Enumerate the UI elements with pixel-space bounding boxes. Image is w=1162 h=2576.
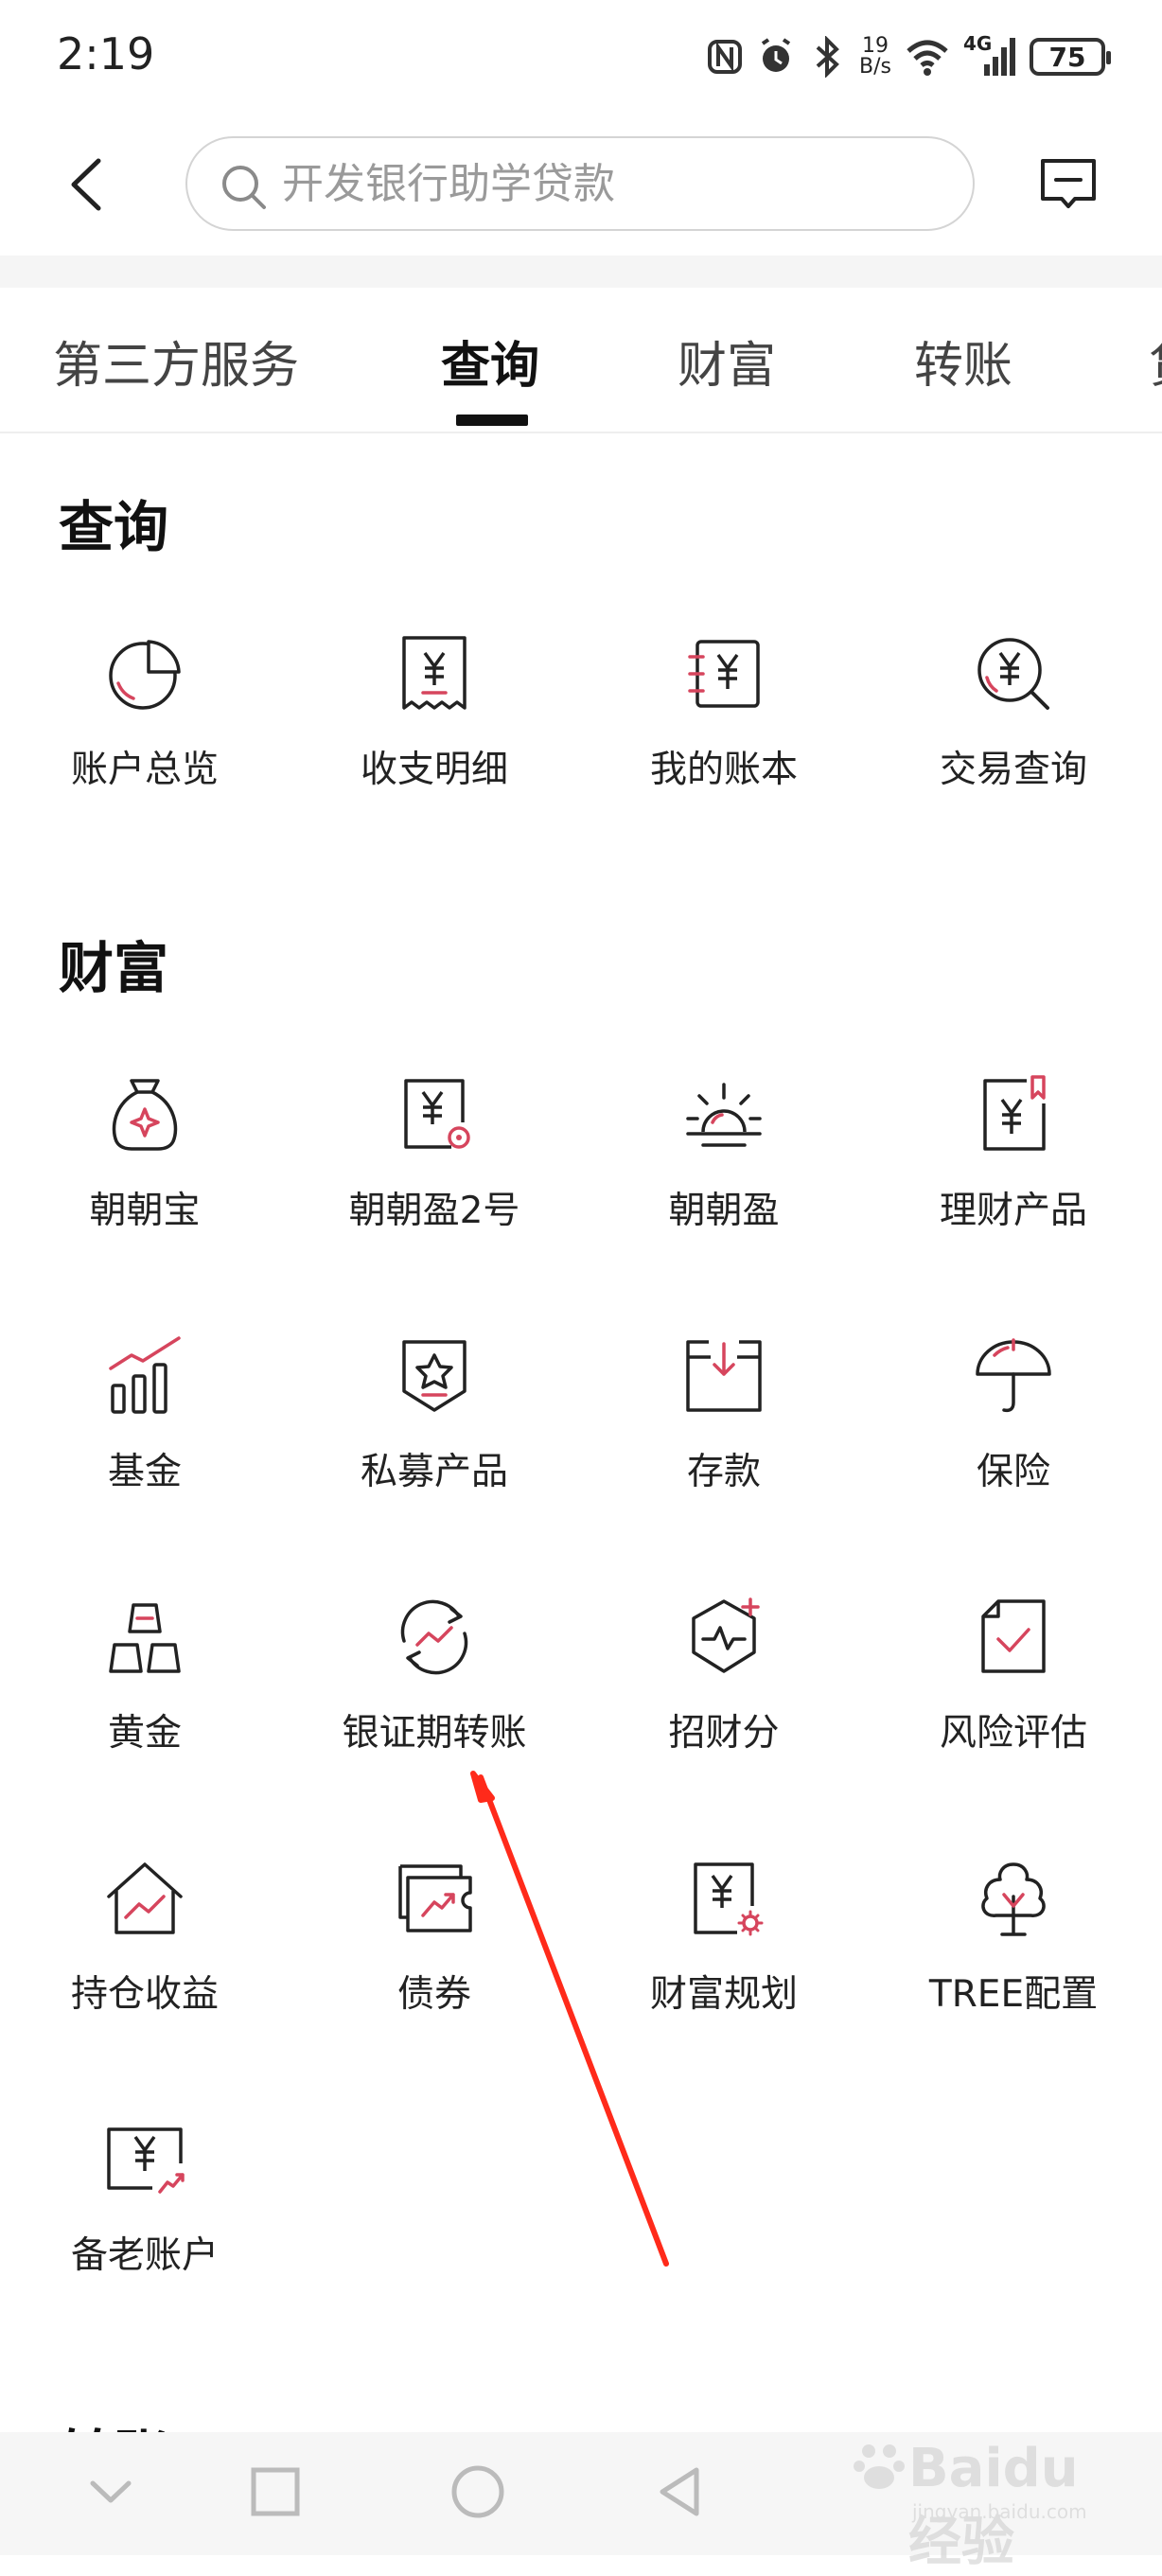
grid-item-risk-assessment[interactable]: 风险评估 xyxy=(869,1597,1158,1787)
section-title-query: 查询 xyxy=(59,495,169,559)
receipt-yuan-icon xyxy=(402,636,467,710)
signal-icon: 4G xyxy=(963,32,1016,78)
grid-item-label: 存款 xyxy=(686,1451,761,1493)
grid-item-label: 朝朝盈 xyxy=(668,1190,780,1232)
header xyxy=(0,117,1162,256)
grid-item-fund[interactable]: 基金 xyxy=(0,1336,290,1526)
yuan-bookmark-icon xyxy=(983,1075,1046,1151)
grid-item-label: TREE配置 xyxy=(928,1973,1099,2016)
grid-item-label: 账户总览 xyxy=(70,749,219,791)
message-icon[interactable] xyxy=(1037,155,1100,214)
grid-item-label: 风险评估 xyxy=(939,1712,1087,1755)
grid-item-label: 我的账本 xyxy=(649,749,798,791)
search-icon xyxy=(222,166,266,209)
yuan-search-icon xyxy=(977,638,1049,710)
nfc-icon xyxy=(708,40,743,74)
watermark-subtext: jingyan.baidu.com xyxy=(912,2500,1087,2523)
network-speed: 19 B/s xyxy=(859,34,891,79)
grid-item-holding-returns[interactable]: 持仓收益 xyxy=(0,1859,290,2048)
check-document-icon xyxy=(981,1599,1046,1673)
active-tab-indicator xyxy=(456,415,528,426)
recents-icon[interactable] xyxy=(244,2461,307,2523)
grid-item-label: 债券 xyxy=(396,1973,471,2016)
bar-trend-icon xyxy=(109,1336,181,1414)
sunrise-icon xyxy=(686,1083,762,1147)
yuan-trend-card-icon xyxy=(107,2127,185,2194)
exchange-circle-icon xyxy=(400,1599,468,1675)
grid-item-gold[interactable]: 黄金 xyxy=(0,1597,290,1787)
grid-item-bonds[interactable]: 债券 xyxy=(290,1859,579,2048)
grid-item-transaction-query[interactable]: 交易查询 xyxy=(869,634,1158,823)
grid-item-label: 收支明细 xyxy=(360,749,508,791)
house-trend-icon xyxy=(107,1862,183,1934)
grid-item-label: 财富规划 xyxy=(649,1973,798,2016)
header-divider-band xyxy=(0,256,1162,288)
grid-item-zhaozhaoying[interactable]: 朝朝盈 xyxy=(579,1075,869,1264)
grid-item-account-overview[interactable]: 账户总览 xyxy=(0,634,290,823)
back-icon[interactable] xyxy=(649,2461,712,2523)
grid-item-label: 保险 xyxy=(976,1451,1050,1493)
pie-chart-icon xyxy=(109,640,181,710)
money-bag-icon xyxy=(112,1079,178,1151)
category-tabs: 第三方服务 查询 财富 转账 贷 xyxy=(0,288,1162,433)
battery-icon: 75 xyxy=(1030,38,1111,76)
grid-item-wealth-planning[interactable]: 财富规划 xyxy=(579,1859,869,2048)
status-time: 2:19 xyxy=(57,28,155,79)
ledger-yuan-icon xyxy=(688,640,760,708)
grid-item-bank-securities-transfer[interactable]: 银证期转账 xyxy=(290,1597,579,1787)
grid-item-label: 理财产品 xyxy=(939,1190,1087,1232)
home-icon[interactable] xyxy=(447,2461,509,2523)
grid-item-pension-account[interactable]: 备老账户 xyxy=(0,2120,290,2309)
tab-wealth[interactable]: 财富 xyxy=(678,326,776,397)
grid-item-deposit[interactable]: 存款 xyxy=(579,1336,869,1526)
grid-item-label: 朝朝盈2号 xyxy=(348,1190,520,1232)
search-bar[interactable] xyxy=(185,136,975,231)
hexagon-pulse-icon xyxy=(692,1597,760,1673)
umbrella-icon xyxy=(976,1338,1051,1413)
grid-item-private-equity[interactable]: 私募产品 xyxy=(290,1336,579,1526)
grid-item-label: 银证期转账 xyxy=(342,1712,527,1755)
baidu-watermark: Baidu经验 jingyan.baidu.com xyxy=(852,2423,1107,2573)
grid-item-label: 招财分 xyxy=(668,1712,780,1755)
status-bar: 2:19 19 B/s 4G 75 xyxy=(0,0,1162,117)
star-shield-icon xyxy=(402,1340,467,1412)
tree-icon xyxy=(981,1862,1046,1936)
tab-transfer[interactable]: 转账 xyxy=(914,326,1012,397)
deposit-box-icon xyxy=(686,1340,762,1412)
section-title-wealth: 财富 xyxy=(59,936,169,1000)
grid-item-zhaozhaoying2[interactable]: 朝朝盈2号 xyxy=(290,1075,579,1264)
grid-item-label: 基金 xyxy=(107,1451,182,1493)
wifi-icon xyxy=(907,40,948,76)
grid-item-label: 朝朝宝 xyxy=(89,1190,201,1232)
grid-item-label: 备老账户 xyxy=(70,2234,219,2277)
back-arrow-icon[interactable] xyxy=(57,151,123,218)
paw-icon xyxy=(854,2444,905,2489)
grid-item-label: 交易查询 xyxy=(939,749,1087,791)
grid-item-wealth-products[interactable]: 理财产品 xyxy=(869,1075,1158,1264)
hide-keyboard-icon[interactable] xyxy=(79,2461,142,2523)
yuan-card-icon xyxy=(404,1079,470,1149)
grid-item-label: 私募产品 xyxy=(360,1451,508,1493)
grid-item-zhaozhaobao[interactable]: 朝朝宝 xyxy=(0,1075,290,1264)
tab-third-party[interactable]: 第三方服务 xyxy=(53,326,299,397)
yuan-gear-icon xyxy=(694,1862,764,1936)
grid-item-tree-allocation[interactable]: TREE配置 xyxy=(869,1859,1158,2048)
alarm-icon xyxy=(761,38,791,72)
bluetooth-icon xyxy=(816,36,839,78)
grid-item-label: 持仓收益 xyxy=(70,1973,219,2016)
grid-item-income-expense[interactable]: 收支明细 xyxy=(290,634,579,823)
tab-query[interactable]: 查询 xyxy=(441,326,539,397)
grid-item-label: 黄金 xyxy=(107,1712,182,1755)
gold-bars-icon xyxy=(109,1603,181,1673)
status-icons: 19 B/s 4G 75 xyxy=(706,32,1111,81)
grid-item-insurance[interactable]: 保险 xyxy=(869,1336,1158,1526)
search-input[interactable] xyxy=(282,138,925,229)
tab-loan[interactable]: 贷 xyxy=(1149,326,1162,397)
bond-ticket-icon xyxy=(398,1864,472,1932)
grid-item-my-ledger[interactable]: 我的账本 xyxy=(579,634,869,823)
grid-item-zhaocaifen[interactable]: 招财分 xyxy=(579,1597,869,1787)
